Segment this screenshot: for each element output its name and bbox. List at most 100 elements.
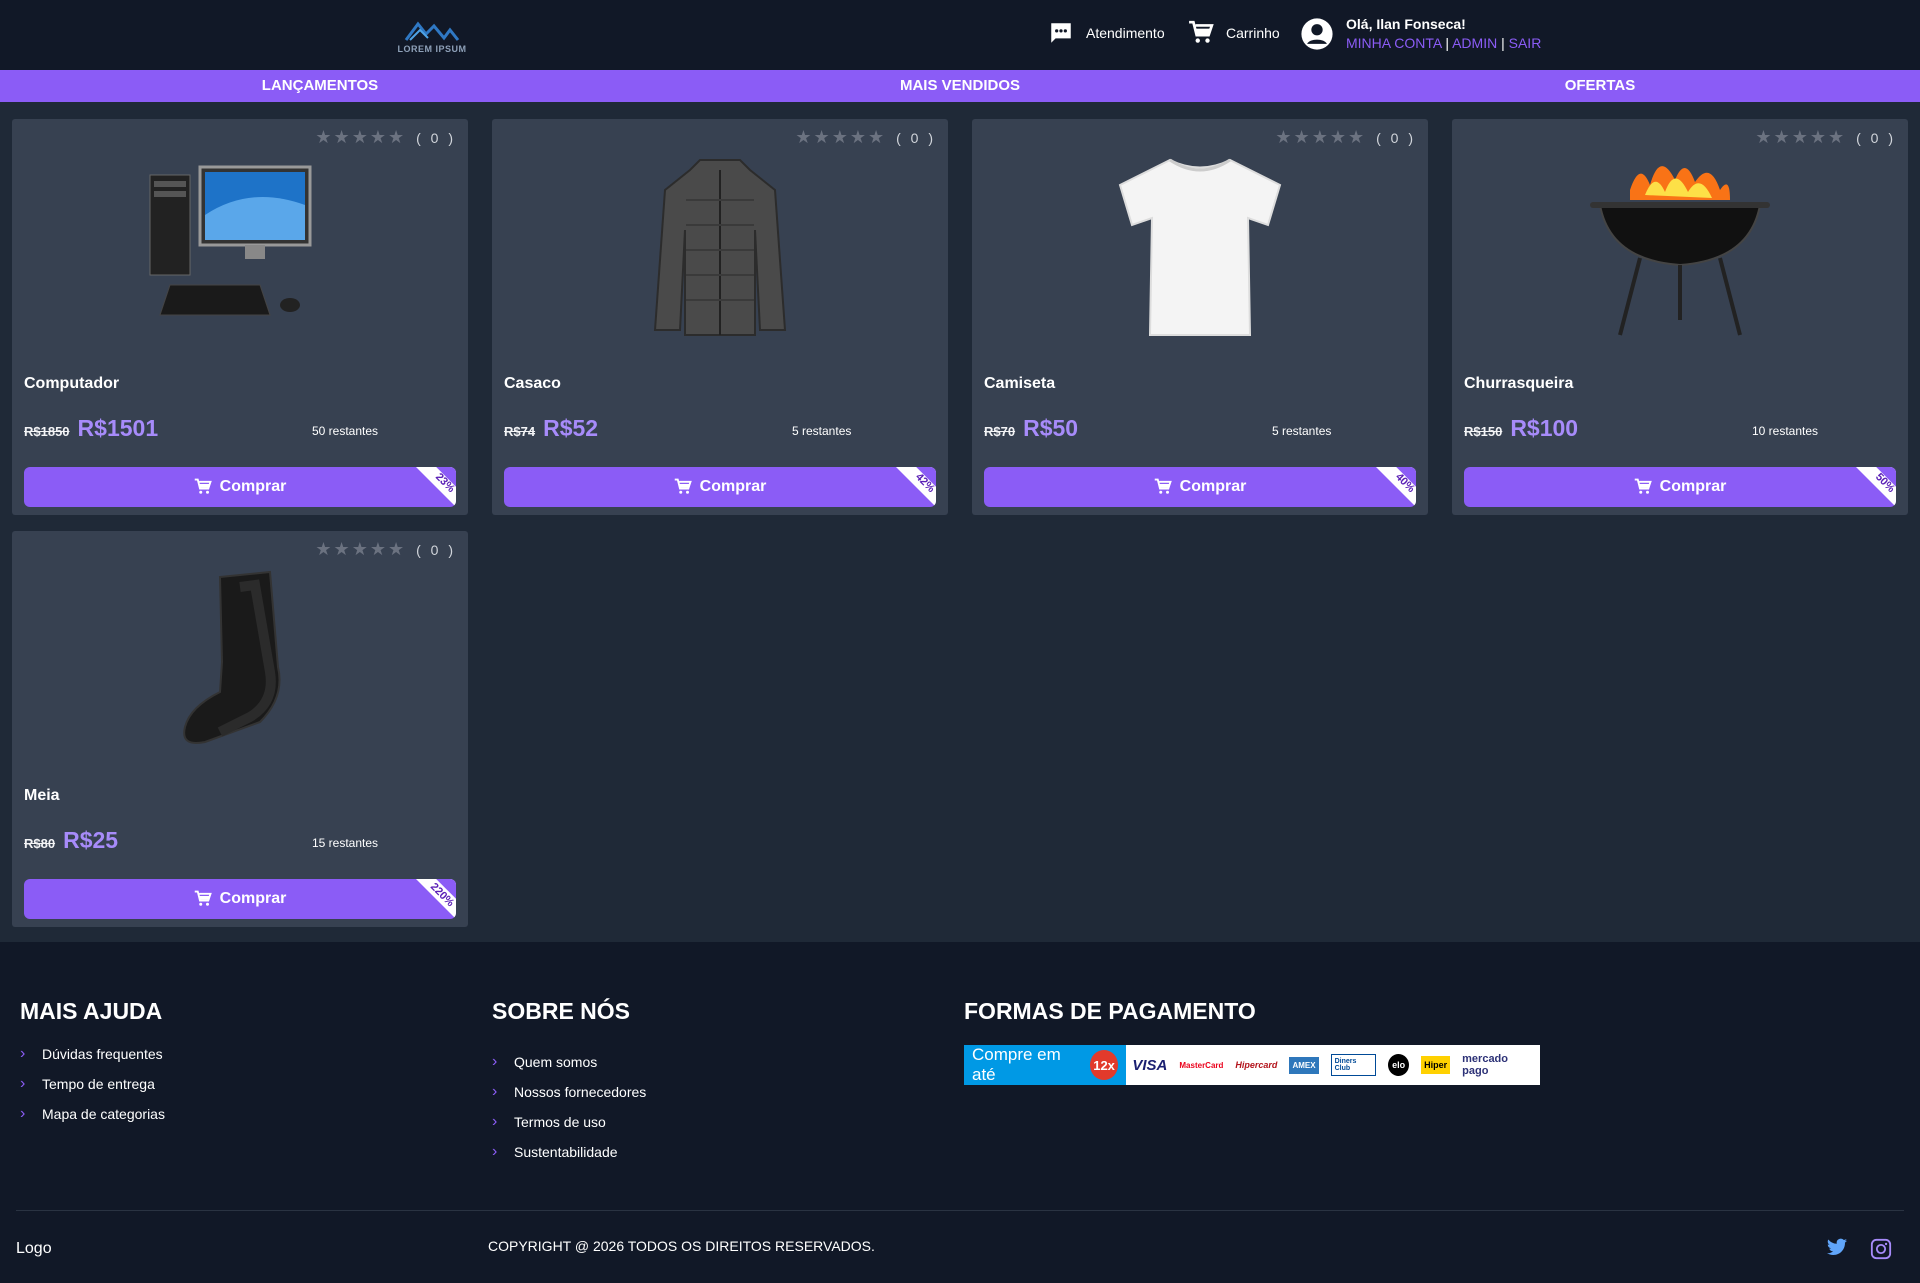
star-icon: ★ xyxy=(1329,127,1346,147)
old-price: R$1850 xyxy=(24,424,70,439)
product-name[interactable]: Computador xyxy=(24,375,119,393)
price-block: R$150 R$100 xyxy=(1464,415,1578,442)
about-link-suppliers[interactable]: › Nossos fornecedores xyxy=(492,1083,646,1101)
about-link-who[interactable]: › Quem somos xyxy=(492,1053,646,1071)
elo-logo: elo xyxy=(1388,1054,1410,1076)
star-icon: ★ xyxy=(813,127,830,147)
help-title: MAIS AJUDA xyxy=(20,998,163,1024)
discount-ribbon: 40% xyxy=(1372,467,1416,507)
star-icon: ★ xyxy=(1755,127,1772,147)
star-icon: ★ xyxy=(1809,127,1826,147)
cart-icon xyxy=(1634,478,1652,494)
buy-button[interactable]: Comprar 23% xyxy=(24,467,456,507)
link-label: Sustentabilidade xyxy=(514,1144,618,1160)
old-price: R$80 xyxy=(24,836,56,851)
help-section: MAIS AJUDA › Dúvidas frequentes › Tempo de… xyxy=(20,998,165,1135)
installments-text: Compre em até xyxy=(972,1045,1061,1084)
buy-button[interactable]: Comprar 220% xyxy=(24,879,456,919)
buy-button[interactable]: Comprar 42% xyxy=(504,467,936,507)
site-logo[interactable]: LOREM IPSUM xyxy=(396,20,468,56)
product-name[interactable]: Casaco xyxy=(504,375,561,393)
site-footer: MAIS AJUDA › Dúvidas frequentes › Tempo de… xyxy=(0,942,1920,1283)
buy-button[interactable]: Comprar 40% xyxy=(984,467,1416,507)
rating-stars[interactable]: ★ ★ ★ ★ ★ ( 0 ) xyxy=(315,127,456,148)
nav-releases[interactable]: LANÇAMENTOS xyxy=(0,70,640,102)
rating-stars[interactable]: ★ ★ ★ ★ ★ ( 0 ) xyxy=(1275,127,1416,148)
chevron-right-icon: › xyxy=(20,1105,26,1122)
logout-link[interactable]: SAIR xyxy=(1509,35,1542,51)
instagram-icon xyxy=(1870,1238,1892,1260)
chevron-right-icon: › xyxy=(492,1143,498,1160)
buy-button[interactable]: Comprar 50% xyxy=(1464,467,1896,507)
product-card: ★ ★ ★ ★ ★ ( 0 ) Camiseta R$70 R$50 5 restant… xyxy=(972,119,1428,515)
star-icon: ★ xyxy=(1791,127,1808,147)
stock-remaining: 15 restantes xyxy=(312,836,379,850)
jacket-image[interactable] xyxy=(492,155,948,336)
old-price: R$150 xyxy=(1464,424,1503,439)
star-icon: ★ xyxy=(351,539,368,559)
cart-icon xyxy=(674,478,692,494)
buy-label: Comprar xyxy=(699,478,767,495)
star-icon: ★ xyxy=(387,539,405,559)
hipercard-logo: Hipercard xyxy=(1235,1060,1278,1070)
chevron-right-icon: › xyxy=(492,1083,498,1100)
cart-link[interactable]: Carrinho xyxy=(1188,20,1280,46)
computer-image[interactable] xyxy=(12,155,468,335)
my-account-link[interactable]: MINHA CONTA xyxy=(1346,35,1441,51)
product-card: ★ ★ ★ ★ ★ ( 0 ) Churrasqueira R$150 R$100 10… xyxy=(1452,119,1908,515)
star-icon: ★ xyxy=(333,539,350,559)
about-link-terms[interactable]: › Termos de uso xyxy=(492,1113,646,1131)
admin-link[interactable]: ADMIN xyxy=(1452,35,1497,51)
rating-count: ( 0 ) xyxy=(1856,129,1896,146)
grill-image[interactable] xyxy=(1452,155,1908,336)
help-link-delivery[interactable]: › Tempo de entrega xyxy=(20,1075,165,1093)
star-icon: ★ xyxy=(1347,127,1365,147)
about-title: SOBRE NÓS xyxy=(492,998,631,1024)
rating-stars[interactable]: ★ ★ ★ ★ ★ ( 0 ) xyxy=(315,539,456,560)
rating-stars[interactable]: ★ ★ ★ ★ ★ ( 0 ) xyxy=(795,127,936,148)
product-name[interactable]: Churrasqueira xyxy=(1464,375,1573,393)
current-price: R$52 xyxy=(543,415,599,441)
link-label: Termos de uso xyxy=(514,1114,606,1130)
about-section: SOBRE NÓS › Quem somos › Nossos fornecedor… xyxy=(492,998,646,1173)
rating-stars[interactable]: ★ ★ ★ ★ ★ ( 0 ) xyxy=(1755,127,1896,148)
instagram-link[interactable] xyxy=(1870,1238,1892,1265)
old-price: R$74 xyxy=(504,424,536,439)
discount-ribbon: 220% xyxy=(412,879,456,919)
star-icon: ★ xyxy=(1275,127,1292,147)
star-icon: ★ xyxy=(351,127,368,147)
link-label: Quem somos xyxy=(514,1054,598,1070)
buy-label: Comprar xyxy=(1179,478,1247,495)
link-label: Nossos fornecedores xyxy=(514,1084,647,1100)
sock-image[interactable] xyxy=(12,567,468,747)
discount-ribbon: 42% xyxy=(892,467,936,507)
price-block: R$70 R$50 xyxy=(984,415,1078,442)
link-label: Mapa de categorias xyxy=(42,1106,165,1122)
help-link-faq[interactable]: › Dúvidas frequentes xyxy=(20,1045,165,1063)
chevron-right-icon: › xyxy=(492,1053,498,1070)
nav-offers[interactable]: OFERTAS xyxy=(1280,70,1920,102)
discount-ribbon: 50% xyxy=(1852,467,1896,507)
about-link-sustainability[interactable]: › Sustentabilidade xyxy=(492,1143,646,1161)
payment-section: FORMAS DE PAGAMENTO Compre em até 12x VI… xyxy=(964,998,1540,1085)
mercado-pago-logo: mercado pago xyxy=(1462,1053,1508,1077)
buy-label: Comprar xyxy=(219,890,287,907)
copyright-text: COPYRIGHT @ 2026 TODOS OS DIREITOS RESER… xyxy=(488,1238,875,1254)
footer-logo[interactable]: Logo xyxy=(16,1240,52,1258)
twitter-link[interactable] xyxy=(1826,1238,1848,1263)
user-greeting: Olá, Ilan Fonseca! xyxy=(1346,16,1466,32)
current-price: R$25 xyxy=(63,827,119,853)
user-avatar-icon[interactable] xyxy=(1300,17,1334,51)
tshirt-image[interactable] xyxy=(972,155,1428,336)
help-link-categories[interactable]: › Mapa de categorias xyxy=(20,1105,165,1123)
mastercard-logo: MasterCard xyxy=(1179,1060,1224,1070)
nav-best-sellers[interactable]: MAIS VENDIDOS xyxy=(640,70,1280,102)
product-card: ★ ★ ★ ★ ★ ( 0 ) Meia R$80 R$25 15 restantes … xyxy=(12,531,468,927)
hiper-logo: Hiper xyxy=(1421,1056,1451,1074)
star-icon: ★ xyxy=(387,127,405,147)
product-name[interactable]: Meia xyxy=(24,787,60,805)
support-link[interactable]: Atendimento xyxy=(1048,20,1165,46)
star-icon: ★ xyxy=(315,539,332,559)
product-name[interactable]: Camiseta xyxy=(984,375,1055,393)
star-icon: ★ xyxy=(1827,127,1845,147)
